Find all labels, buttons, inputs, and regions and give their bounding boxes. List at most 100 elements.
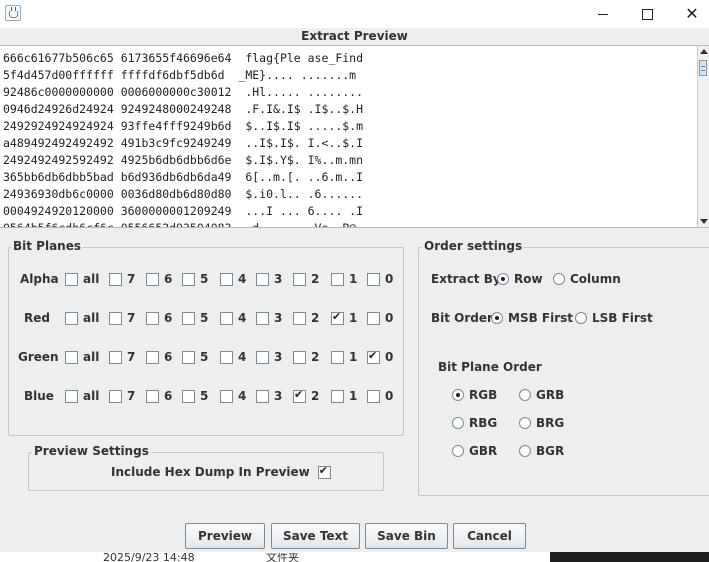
blue-bit-7-option[interactable]: 7 [109, 389, 135, 403]
alpha-bit-0-checkbox[interactable] [367, 272, 380, 286]
alpha-bit-7-checkbox[interactable] [109, 272, 122, 286]
plane-order-rbg-option[interactable]: RBG [452, 416, 497, 430]
green-bit-2-checkbox[interactable] [293, 350, 306, 364]
alpha-bit-0-option[interactable]: 0 [367, 272, 393, 286]
blue-bit-6-option[interactable]: 6 [146, 389, 172, 403]
blue-bit-6-checkbox[interactable] [146, 389, 159, 403]
save-bin-button[interactable]: Save Bin [365, 523, 448, 549]
cancel-button[interactable]: Cancel [453, 523, 526, 549]
green-bit-3-checkbox[interactable] [256, 350, 269, 364]
green-bit-all-option[interactable]: all [65, 350, 99, 364]
green-bit-3-option[interactable]: 3 [256, 350, 282, 364]
plane-order-bgr-option[interactable]: BGR [519, 444, 564, 458]
bit-order-lsb-radio[interactable] [575, 312, 587, 324]
green-bit-0-option[interactable]: 0 [367, 349, 393, 364]
plane-order-brg-option[interactable]: BRG [519, 416, 564, 430]
blue-bit-0-option[interactable]: 0 [367, 389, 393, 403]
green-bit-6-option[interactable]: 6 [146, 350, 172, 364]
green-bit-2-option[interactable]: 2 [293, 350, 319, 364]
save-text-button[interactable]: Save Text [271, 523, 360, 549]
extract-by-column-option[interactable]: Column [553, 272, 621, 286]
green-bit-7-checkbox[interactable] [109, 350, 122, 364]
alpha-bit-6-option[interactable]: 6 [146, 272, 172, 286]
blue-bit-4-checkbox[interactable] [220, 389, 233, 403]
extract-by-column-radio[interactable] [553, 273, 565, 285]
preview-button[interactable]: Preview [185, 523, 265, 549]
include-hex-dump-checkbox[interactable] [317, 464, 331, 479]
blue-bit-1-checkbox[interactable] [331, 389, 344, 403]
green-bit-1-option[interactable]: 1 [331, 350, 357, 364]
green-bit-0-checkbox[interactable] [367, 349, 380, 364]
alpha-bit-3-checkbox[interactable] [256, 272, 269, 286]
alpha-bit-all-checkbox[interactable] [65, 272, 78, 286]
green-bit-4-checkbox[interactable] [220, 350, 233, 364]
plane-order-rbg-radio[interactable] [452, 417, 464, 429]
bit-order-msb-radio[interactable] [491, 312, 503, 324]
red-bit-4-checkbox[interactable] [220, 311, 233, 325]
blue-bit-0-checkbox[interactable] [367, 389, 380, 403]
alpha-bit-6-checkbox[interactable] [146, 272, 159, 286]
red-bit-3-option[interactable]: 3 [256, 311, 282, 325]
alpha-bit-all-option[interactable]: all [65, 272, 99, 286]
scroll-thumb[interactable] [699, 60, 707, 76]
minimize-button[interactable] [580, 0, 626, 28]
plane-order-gbr-radio[interactable] [452, 445, 464, 457]
plane-order-rgb-option[interactable]: RGB [452, 388, 497, 402]
alpha-bit-3-option[interactable]: 3 [256, 272, 282, 286]
blue-bit-2-option[interactable]: 2 [293, 388, 319, 403]
alpha-bit-4-checkbox[interactable] [220, 272, 233, 286]
blue-bit-3-option[interactable]: 3 [256, 389, 282, 403]
close-button[interactable]: ✕ [669, 0, 709, 28]
green-bit-4-option[interactable]: 4 [220, 350, 246, 364]
red-bit-4-option[interactable]: 4 [220, 311, 246, 325]
alpha-bit-1-option[interactable]: 1 [331, 272, 357, 286]
alpha-bit-2-option[interactable]: 2 [293, 272, 319, 286]
extract-by-row-radio[interactable] [497, 273, 509, 285]
vertical-scrollbar[interactable] [697, 46, 709, 227]
blue-bit-5-checkbox[interactable] [182, 389, 195, 403]
alpha-bit-1-checkbox[interactable] [331, 272, 344, 286]
plane-order-grb-option[interactable]: GRB [519, 388, 564, 402]
bit-order-msb-option[interactable]: MSB First [491, 311, 573, 325]
green-bit-6-checkbox[interactable] [146, 350, 159, 364]
green-bit-5-option[interactable]: 5 [182, 350, 208, 364]
preview-text-area[interactable]: 666c61677b506c65 6173655f46696e64 flag{P… [0, 45, 709, 228]
scroll-up-icon[interactable] [700, 49, 708, 54]
plane-order-grb-radio[interactable] [519, 389, 531, 401]
maximize-button[interactable] [624, 0, 670, 28]
red-bit-0-option[interactable]: 0 [367, 311, 393, 325]
blue-bit-4-option[interactable]: 4 [220, 389, 246, 403]
blue-bit-3-checkbox[interactable] [256, 389, 269, 403]
blue-bit-5-option[interactable]: 5 [182, 389, 208, 403]
alpha-bit-2-checkbox[interactable] [293, 272, 306, 286]
red-bit-3-checkbox[interactable] [256, 311, 269, 325]
red-bit-5-checkbox[interactable] [182, 311, 195, 325]
green-bit-1-checkbox[interactable] [331, 350, 344, 364]
blue-bit-7-checkbox[interactable] [109, 389, 122, 403]
extract-by-row-option[interactable]: Row [497, 272, 543, 286]
alpha-bit-7-option[interactable]: 7 [109, 272, 135, 286]
green-bit-all-checkbox[interactable] [65, 350, 78, 364]
red-bit-6-option[interactable]: 6 [146, 311, 172, 325]
plane-order-gbr-option[interactable]: GBR [452, 444, 497, 458]
green-bit-7-option[interactable]: 7 [109, 350, 135, 364]
red-bit-0-checkbox[interactable] [367, 311, 380, 325]
bit-order-lsb-option[interactable]: LSB First [575, 311, 653, 325]
alpha-bit-4-option[interactable]: 4 [220, 272, 246, 286]
scroll-down-icon[interactable] [700, 219, 708, 224]
include-hex-dump-option[interactable]: Include Hex Dump In Preview [111, 464, 331, 479]
red-bit-all-option[interactable]: all [65, 311, 99, 325]
red-bit-1-option[interactable]: 1 [331, 310, 357, 325]
blue-bit-all-checkbox[interactable] [65, 389, 78, 403]
plane-order-bgr-radio[interactable] [519, 445, 531, 457]
alpha-bit-5-checkbox[interactable] [182, 272, 195, 286]
blue-bit-1-option[interactable]: 1 [331, 389, 357, 403]
red-bit-1-checkbox[interactable] [331, 310, 344, 325]
alpha-bit-5-option[interactable]: 5 [182, 272, 208, 286]
red-bit-5-option[interactable]: 5 [182, 311, 208, 325]
plane-order-rgb-radio[interactable] [452, 389, 464, 401]
plane-order-brg-radio[interactable] [519, 417, 531, 429]
red-bit-6-checkbox[interactable] [146, 311, 159, 325]
red-bit-7-checkbox[interactable] [109, 311, 122, 325]
blue-bit-all-option[interactable]: all [65, 389, 99, 403]
